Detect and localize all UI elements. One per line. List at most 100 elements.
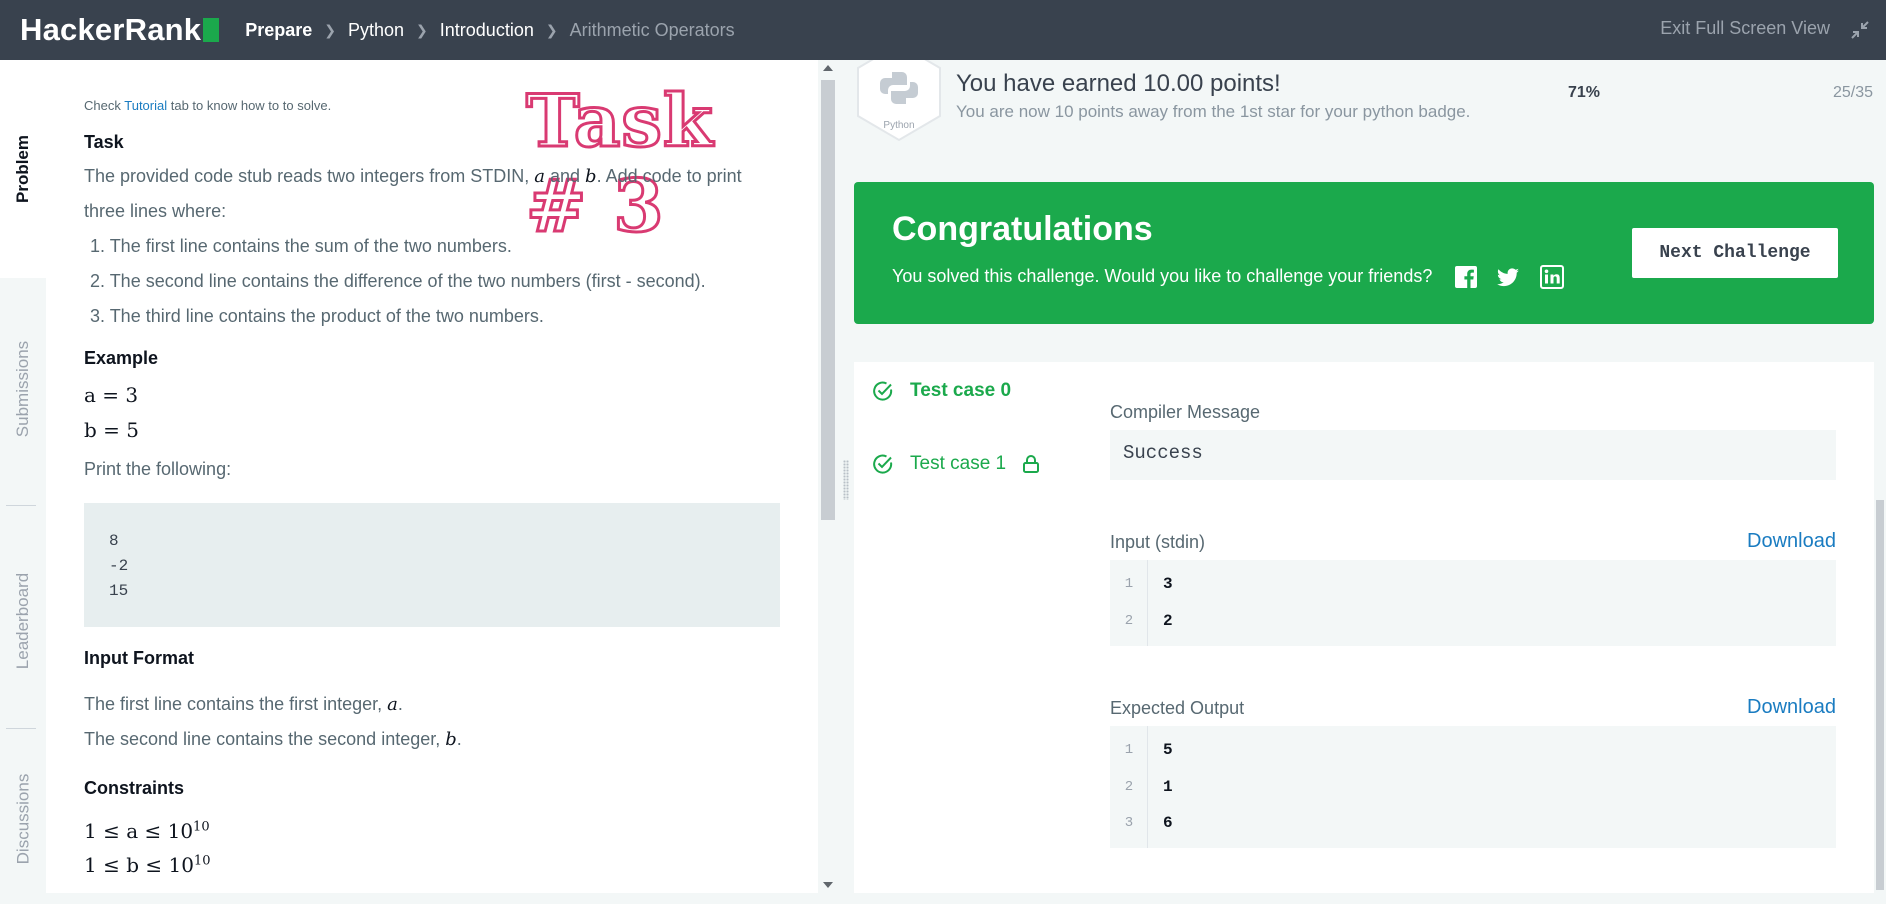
congratulations-banner: Congratulations You solved this challeng… — [854, 182, 1874, 324]
output-line: 1 5 — [1110, 732, 1836, 768]
congrats-subtitle: You solved this challenge. Would you lik… — [892, 266, 1433, 286]
expected-output-box: 1 5 2 1 3 6 — [1110, 726, 1836, 848]
download-input-link[interactable]: Download — [1747, 530, 1836, 553]
tab-divider — [6, 505, 36, 506]
breadcrumb-introduction[interactable]: Introduction — [440, 20, 534, 41]
breadcrumb-python[interactable]: Python — [348, 20, 404, 41]
code-line: 8 — [109, 532, 119, 550]
tab-discussions[interactable]: Discussions — [0, 734, 46, 904]
congrats-title: Congratulations — [892, 210, 1153, 248]
exit-fullscreen-link[interactable]: Exit Full Screen View — [1660, 18, 1830, 39]
task-text: The provided code stub reads two integer… — [84, 166, 530, 186]
points-subtitle: You are now 10 points away from the 1st … — [956, 102, 1471, 121]
constraint-a: 1 ≤ a ≤ 1010 — [84, 819, 210, 843]
tab-submissions-label: Submissions — [13, 340, 32, 438]
tab-leaderboard[interactable]: Leaderboard — [0, 510, 46, 732]
test-case-1[interactable]: Test case 1 — [872, 453, 1056, 475]
expected-output-label: Expected Output — [1110, 698, 1245, 718]
drag-handle-icon[interactable] — [843, 460, 849, 500]
chevron-right-icon: ❯ — [545, 21, 558, 38]
linkedin-icon[interactable] — [1540, 265, 1564, 289]
hint-prefix: Check — [84, 98, 121, 113]
panel-splitter[interactable] — [838, 60, 854, 893]
task-line-1: The provided code stub reads two integer… — [84, 166, 742, 187]
breadcrumb-current: Arithmetic Operators — [569, 19, 735, 40]
badge-label: Python — [883, 120, 914, 131]
line-value: 1 — [1163, 778, 1173, 796]
next-challenge-button[interactable]: Next Challenge — [1632, 228, 1838, 278]
example-b: b = 5 — [84, 418, 139, 442]
code-line: -2 — [109, 557, 129, 575]
test-case-0[interactable]: Test case 0 — [872, 380, 1011, 402]
scroll-up-icon[interactable] — [823, 65, 833, 71]
logo-text: HackerRank — [20, 12, 202, 47]
check-circle-icon — [873, 381, 893, 401]
line-number: 2 — [1124, 613, 1134, 629]
line-value: 2 — [1163, 612, 1173, 630]
download-output-link[interactable]: Download — [1747, 696, 1836, 719]
exponent: 10 — [193, 819, 210, 835]
tab-discussions-label: Discussions — [13, 773, 33, 865]
check-circle-icon — [873, 454, 893, 474]
side-tabs: Problem Submissions Leaderboard Discussi… — [0, 60, 46, 893]
input-line-1: The first line contains the first intege… — [84, 694, 403, 715]
progress-percent: 71% — [1568, 84, 1601, 101]
line-value: 5 — [1163, 741, 1173, 759]
hint-suffix: tab to know how to to solve. — [170, 98, 332, 113]
task-text-tail: . Add code to print — [596, 166, 742, 186]
example-a: a = 3 — [84, 383, 139, 407]
compiler-message: Success — [1110, 430, 1836, 480]
constraint-b-text: 1 ≤ b ≤ 10 — [84, 853, 194, 877]
input-label: Input (stdin) — [1110, 532, 1206, 552]
results-scrollbar[interactable] — [1874, 60, 1886, 893]
constraints-heading: Constraints — [84, 778, 185, 798]
tutorial-link[interactable]: Tutorial — [124, 98, 167, 113]
line-number: 1 — [1124, 576, 1134, 592]
input-box: 1 3 2 2 — [1110, 560, 1836, 646]
var-a: a — [534, 166, 545, 187]
logo-square-icon — [203, 18, 220, 42]
print-following: Print the following: — [84, 459, 232, 479]
line-number: 3 — [1124, 815, 1134, 831]
scroll-thumb[interactable] — [821, 80, 835, 520]
lock-icon — [1023, 455, 1040, 473]
var-a: a — [387, 694, 398, 715]
chevron-right-icon: ❯ — [324, 21, 336, 38]
points-title: You have earned 10.00 points! — [956, 70, 1281, 97]
task-and: and — [549, 166, 581, 186]
example-output-block: 8 -2 15 — [84, 503, 780, 627]
scroll-thumb[interactable] — [1876, 500, 1884, 890]
tab-divider — [6, 728, 36, 729]
progress-fraction: 25/35 — [1832, 84, 1873, 101]
top-bar: HackerRank Prepare ❯ Python ❯ Introducti… — [0, 0, 1886, 60]
breadcrumb-prepare[interactable]: Prepare — [245, 20, 312, 41]
input-line: 2 2 — [1110, 603, 1836, 639]
test-results: Test case 0 Test case 1 Compiler Message… — [854, 362, 1874, 893]
input-line: 1 3 — [1110, 566, 1836, 602]
tab-leaderboard-label: Leaderboard — [13, 572, 33, 670]
line-number: 2 — [1124, 779, 1134, 795]
tab-submissions[interactable]: Submissions — [0, 278, 46, 500]
line-value: 6 — [1163, 814, 1173, 832]
input-format-heading: Input Format — [84, 648, 194, 668]
facebook-icon[interactable] — [1454, 265, 1478, 289]
hackerrank-logo[interactable]: HackerRank — [20, 12, 220, 48]
problem-panel: Check Tutorial tab to know how to to sol… — [46, 60, 818, 893]
scroll-down-icon[interactable] — [823, 882, 833, 888]
problem-scrollbar[interactable] — [818, 60, 838, 893]
twitter-icon[interactable] — [1496, 265, 1520, 289]
var-b: b — [445, 729, 457, 750]
compiler-message-label: Compiler Message — [1110, 402, 1261, 422]
input-line-2: The second line contains the second inte… — [84, 729, 462, 750]
chevron-right-icon: ❯ — [416, 21, 428, 38]
period: . — [397, 694, 403, 714]
line-number: 1 — [1124, 742, 1134, 758]
list-item: 2. The second line contains the differen… — [90, 271, 706, 291]
collapse-icon[interactable] — [1848, 18, 1872, 42]
example-heading: Example — [84, 348, 159, 368]
tab-problem[interactable]: Problem — [0, 60, 46, 278]
output-line: 3 6 — [1110, 805, 1836, 841]
list-item: 3. The third line contains the product o… — [90, 306, 544, 326]
code-line: 15 — [109, 582, 129, 600]
input-text: The first line contains the first intege… — [84, 694, 383, 714]
